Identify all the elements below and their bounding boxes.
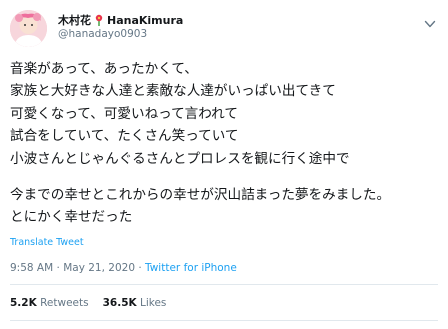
tweet-line: 家族と大好きな人達と素敵な人達がいっぱい出てきて: [10, 83, 336, 100]
tweet-date[interactable]: May 21, 2020: [63, 262, 135, 274]
user-handle[interactable]: @hanadayo0903: [58, 28, 147, 40]
divider: [10, 320, 438, 321]
retweets-stat[interactable]: 5.2K Retweets: [10, 297, 89, 309]
retweets-label: Retweets: [40, 297, 89, 309]
divider: [10, 284, 438, 285]
user-name[interactable]: 木村花: [58, 12, 91, 28]
tweet-stats: 5.2K Retweets 36.5K Likes: [10, 297, 166, 309]
likes-label: Likes: [139, 297, 167, 309]
tweet-line: 音楽があって、あったかくて、: [10, 61, 198, 77]
tweet-metadata: 9:58 AM · May 21, 2020 · Twitter for iPh…: [10, 262, 237, 274]
flower-icon: [93, 14, 105, 26]
tweet-line: 小波さんとじゃんぐるさんとプロレスを観に行く途中で: [10, 150, 350, 167]
chevron-down-icon[interactable]: [424, 14, 436, 28]
user-name-suffix[interactable]: HanaKimura: [107, 14, 183, 27]
avatar[interactable]: [10, 10, 47, 47]
tweet-card: 木村花 HanaKimura @hanadayo0903 音楽があって、あったか…: [0, 0, 448, 329]
likes-count: 36.5K: [102, 297, 137, 309]
tweet-line: 可愛くなって、可愛いねって言われて: [10, 105, 238, 122]
tweet-line: 今までの幸せとこれからの幸せが沢山詰まった夢をみました。: [10, 186, 391, 203]
meta-separator: ·: [138, 262, 142, 274]
display-name[interactable]: 木村花 HanaKimura: [58, 12, 183, 28]
likes-stat[interactable]: 36.5K Likes: [103, 297, 167, 309]
tweet-text: 音楽があって、あったかくて、 家族と大好きな人達と素敵な人達がいっぱい出てきて …: [10, 58, 440, 229]
tweet-time[interactable]: 9:58 AM: [10, 262, 53, 274]
translate-tweet-link[interactable]: Translate Tweet: [10, 237, 84, 248]
tweet-source-link[interactable]: Twitter for iPhone: [145, 262, 237, 274]
meta-separator: ·: [56, 262, 60, 274]
retweets-count: 5.2K: [10, 297, 37, 309]
tweet-line: 試合をしていて、たくさん笑っていて: [10, 128, 239, 145]
tweet-line: とにかく幸せだった: [10, 209, 133, 226]
